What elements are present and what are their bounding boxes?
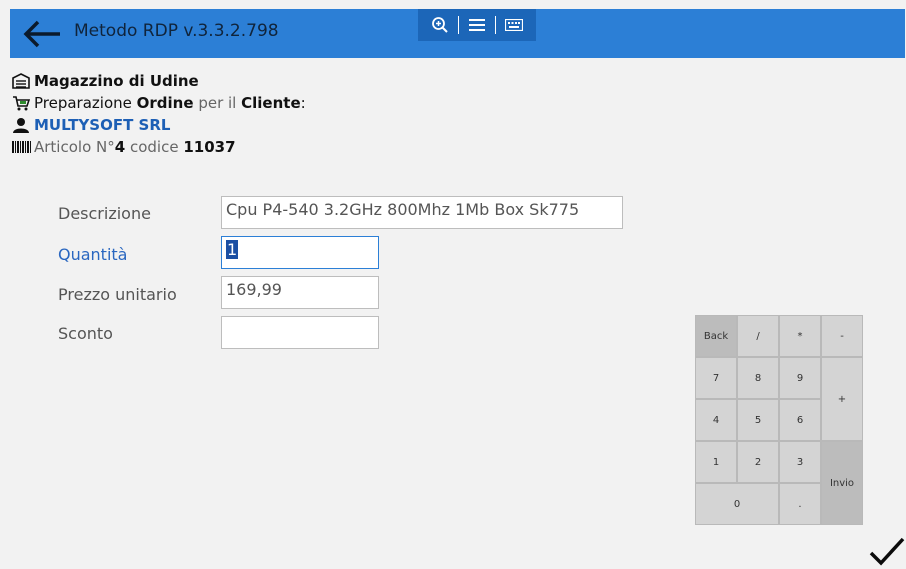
toolbar xyxy=(418,9,536,41)
key-1[interactable]: 1 xyxy=(695,441,737,483)
order-info: Magazzino di Udine Preparazione Ordine p… xyxy=(12,70,306,158)
article-number: 4 xyxy=(114,138,126,156)
warehouse-icon xyxy=(12,72,32,90)
key-enter[interactable]: Invio xyxy=(821,441,863,525)
toolbar-divider xyxy=(458,16,459,34)
quantita-label: Quantità xyxy=(58,245,128,264)
prep-client: Cliente xyxy=(241,94,301,112)
warehouse-line: Magazzino di Udine xyxy=(12,70,306,92)
prep-colon: : xyxy=(300,94,306,112)
warehouse-name: Magazzino di Udine xyxy=(34,72,199,90)
customer-line: MULTYSOFT SRL xyxy=(12,114,306,136)
descrizione-label: Descrizione xyxy=(58,204,151,223)
key-8[interactable]: 8 xyxy=(737,357,779,399)
key-4[interactable]: 4 xyxy=(695,399,737,441)
key-9[interactable]: 9 xyxy=(779,357,821,399)
barcode-icon xyxy=(12,138,32,156)
customer-name: MULTYSOFT SRL xyxy=(34,116,171,134)
key-plus[interactable]: + xyxy=(821,357,863,441)
article-prefix: Articolo N° xyxy=(34,138,115,156)
prep-mid: per il xyxy=(198,94,237,112)
key-minus[interactable]: - xyxy=(821,315,863,357)
menu-icon[interactable] xyxy=(465,14,489,36)
quantita-value: 1 xyxy=(226,240,239,259)
preparation-line: Preparazione Ordine per il Cliente: xyxy=(12,92,306,114)
key-dot[interactable]: . xyxy=(779,483,821,525)
key-5[interactable]: 5 xyxy=(737,399,779,441)
title-bar: Metodo RDP v.3.3.2.798 xyxy=(10,9,905,58)
article-code-label: codice xyxy=(129,138,179,156)
keyboard-icon[interactable] xyxy=(502,14,526,36)
key-2[interactable]: 2 xyxy=(737,441,779,483)
prezzo-label: Prezzo unitario xyxy=(58,285,177,304)
sconto-label: Sconto xyxy=(58,324,113,343)
descrizione-field[interactable]: Cpu P4-540 3.2GHz 800Mhz 1Mb Box Sk775 xyxy=(221,196,623,229)
quantita-field[interactable]: 1 xyxy=(221,236,379,269)
confirm-check-icon[interactable] xyxy=(868,535,906,569)
toolbar-divider xyxy=(495,16,496,34)
sconto-field[interactable] xyxy=(221,316,379,349)
key-6[interactable]: 6 xyxy=(779,399,821,441)
key-star[interactable]: * xyxy=(779,315,821,357)
numeric-keypad: Back / * - 7 8 9 + 4 5 6 1 2 3 Invio 0 . xyxy=(695,315,863,525)
zoom-in-icon[interactable] xyxy=(428,14,452,36)
back-arrow-icon[interactable] xyxy=(22,19,62,49)
key-3[interactable]: 3 xyxy=(779,441,821,483)
prep-prefix: Preparazione xyxy=(34,94,132,112)
app-title: Metodo RDP v.3.3.2.798 xyxy=(74,21,279,41)
key-0[interactable]: 0 xyxy=(695,483,779,525)
article-line: Articolo N° 4 codice 11037 xyxy=(12,136,306,158)
article-code: 11037 xyxy=(183,138,236,156)
prep-order: Ordine xyxy=(136,94,194,112)
key-slash[interactable]: / xyxy=(737,315,779,357)
key-7[interactable]: 7 xyxy=(695,357,737,399)
cart-icon xyxy=(12,94,32,112)
key-back[interactable]: Back xyxy=(695,315,737,357)
user-icon xyxy=(12,116,32,134)
prezzo-field[interactable]: 169,99 xyxy=(221,276,379,309)
